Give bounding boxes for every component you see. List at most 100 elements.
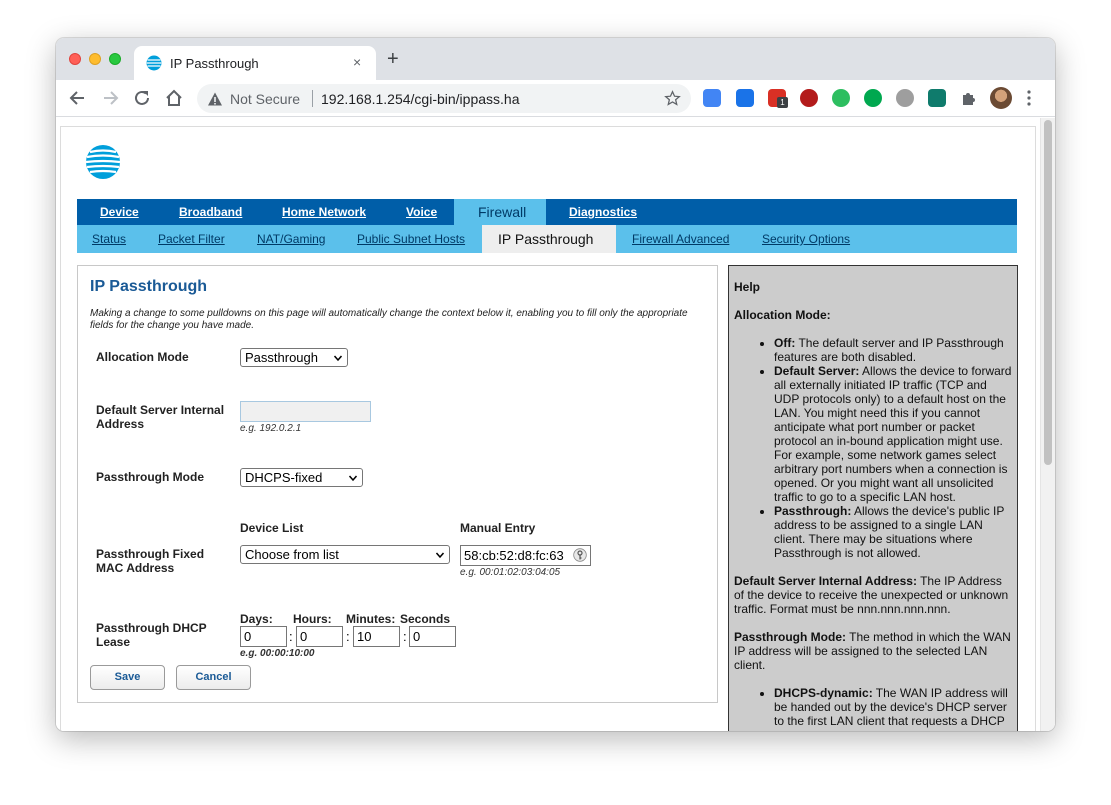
help-term: Off: bbox=[774, 336, 796, 350]
reload-icon[interactable] bbox=[132, 88, 152, 108]
subnav-public-subnet-hosts[interactable]: Public Subnet Hosts bbox=[357, 232, 465, 246]
passthrough-mode-label: Passthrough Mode bbox=[96, 470, 205, 484]
lease-minutes-input[interactable]: 10 bbox=[353, 626, 400, 647]
save-button[interactable]: Save bbox=[90, 665, 165, 690]
security-status[interactable]: Not Secure bbox=[230, 91, 300, 107]
tab-title: IP Passthrough bbox=[170, 56, 259, 71]
nav-home-network[interactable]: Home Network bbox=[282, 205, 366, 219]
device-list-value: Choose from list bbox=[245, 547, 339, 562]
feedly-extension-icon[interactable] bbox=[928, 89, 946, 107]
help-term: Passthrough: bbox=[774, 504, 852, 518]
mac-manual-input[interactable]: 58:cb:52:d8:fc:63 bbox=[460, 545, 591, 566]
days-label: Days: bbox=[240, 612, 273, 626]
lease-days-input[interactable]: 0 bbox=[240, 626, 287, 647]
warning-icon[interactable] bbox=[207, 91, 223, 107]
nav-voice[interactable]: Voice bbox=[406, 205, 437, 219]
subnav-packet-filter[interactable]: Packet Filter bbox=[158, 232, 225, 246]
help-text: Allows the device to forward all externa… bbox=[774, 364, 1012, 504]
lease-separator: : bbox=[289, 629, 293, 644]
cancel-button[interactable]: Cancel bbox=[176, 665, 251, 690]
subnav-nat-gaming[interactable]: NAT/Gaming bbox=[257, 232, 325, 246]
dhcp-lease-label-line1: Passthrough DHCP bbox=[96, 621, 207, 635]
window-zoom-button[interactable] bbox=[109, 53, 121, 65]
default-server-hint: e.g. 192.0.2.1 bbox=[240, 423, 302, 434]
help-title: Help bbox=[734, 280, 761, 294]
list-item: Default Server: Allows the device to for… bbox=[774, 364, 1012, 504]
lease-separator: : bbox=[346, 629, 350, 644]
router-page: Device Broadband Home Network Voice Fire… bbox=[60, 126, 1036, 731]
manual-entry-header: Manual Entry bbox=[460, 521, 536, 535]
subnav-status[interactable]: Status bbox=[92, 232, 126, 246]
fixed-mac-label-line1: Passthrough Fixed bbox=[96, 547, 205, 561]
chat-extension-icon[interactable] bbox=[864, 89, 882, 107]
fixed-mac-label-line2: MAC Address bbox=[96, 561, 175, 575]
list-item: Off: The default server and IP Passthrou… bbox=[774, 336, 1012, 364]
tab-close-icon[interactable]: × bbox=[353, 54, 361, 70]
grey-extension-icon[interactable] bbox=[896, 89, 914, 107]
allocation-mode-select[interactable]: Passthrough bbox=[240, 348, 348, 367]
minutes-label: Minutes: bbox=[346, 612, 396, 626]
mac-manual-value: 58:cb:52:d8:fc:63 bbox=[464, 548, 564, 563]
omnibox-divider bbox=[312, 90, 313, 107]
scrollbar-thumb[interactable] bbox=[1044, 120, 1052, 465]
evernote-extension-icon[interactable] bbox=[832, 89, 850, 107]
extension-badge: 1 bbox=[777, 97, 788, 108]
key-icon[interactable] bbox=[573, 548, 587, 562]
mac-hint: e.g. 00:01:02:03:04:05 bbox=[460, 567, 561, 578]
lease-hours-input[interactable]: 0 bbox=[296, 626, 343, 647]
window-close-button[interactable] bbox=[69, 53, 81, 65]
att-globe-icon bbox=[85, 145, 121, 179]
avatar[interactable] bbox=[990, 87, 1012, 109]
lease-seconds-input[interactable]: 0 bbox=[409, 626, 456, 647]
window-minimize-button[interactable] bbox=[89, 53, 101, 65]
help-term: Default Server: bbox=[774, 364, 860, 378]
chevron-down-icon bbox=[436, 552, 444, 559]
subnav-firewall-advanced[interactable]: Firewall Advanced bbox=[632, 232, 729, 246]
primary-nav: Device Broadband Home Network Voice Fire… bbox=[77, 199, 1017, 225]
nav-device[interactable]: Device bbox=[100, 205, 139, 219]
seconds-label: Seconds bbox=[400, 612, 451, 626]
allocation-mode-label: Allocation Mode bbox=[96, 350, 189, 364]
subnav-ip-passthrough-active[interactable]: IP Passthrough bbox=[482, 225, 616, 253]
kebab-menu-icon[interactable] bbox=[1026, 89, 1032, 107]
page-title: IP Passthrough bbox=[90, 278, 208, 295]
lastpass-extension-icon[interactable]: 1 bbox=[768, 89, 788, 108]
extensions-puzzle-icon[interactable] bbox=[960, 89, 978, 107]
help-term: Default Server Internal Address: bbox=[734, 574, 917, 588]
help-pt-list: DHCPS-dynamic: The WAN IP address will b… bbox=[774, 686, 1012, 728]
browser-tab-ip-passthrough[interactable]: IP Passthrough × bbox=[134, 46, 376, 80]
device-list-header: Device List bbox=[240, 521, 304, 535]
subnav-security-options[interactable]: Security Options bbox=[762, 232, 850, 246]
page-scrollbar[interactable] bbox=[1040, 118, 1055, 731]
ublock-extension-icon[interactable] bbox=[800, 89, 818, 107]
allocation-mode-value: Passthrough bbox=[245, 350, 318, 365]
nav-firewall-label: Firewall bbox=[478, 204, 527, 220]
help-alloc-heading: Allocation Mode: bbox=[734, 308, 831, 322]
url-text[interactable]: 192.168.1.254/cgi-bin/ippass.ha bbox=[321, 91, 519, 107]
star-icon[interactable] bbox=[664, 90, 681, 107]
back-arrow-icon[interactable] bbox=[68, 88, 88, 108]
translate-extension-icon[interactable] bbox=[703, 89, 721, 107]
help-panel: Help Allocation Mode: Off: The default s… bbox=[728, 265, 1018, 731]
device-list-select[interactable]: Choose from list bbox=[240, 545, 450, 564]
default-server-input[interactable] bbox=[240, 401, 371, 422]
default-server-label-line2: Address bbox=[96, 417, 145, 431]
nav-diagnostics[interactable]: Diagnostics bbox=[569, 205, 637, 219]
help-content: Help Allocation Mode: Off: The default s… bbox=[734, 280, 1012, 731]
help-term: DHCPS-dynamic: bbox=[774, 686, 873, 700]
tab-strip: IP Passthrough × + bbox=[56, 38, 1055, 80]
dhcp-lease-label-line2: Lease bbox=[96, 635, 131, 649]
home-icon[interactable] bbox=[164, 88, 184, 108]
nav-firewall-active[interactable]: Firewall bbox=[454, 199, 546, 225]
default-server-label-line1: Default Server Internal bbox=[96, 403, 225, 417]
secondary-nav: Status Packet Filter NAT/Gaming Public S… bbox=[77, 225, 1017, 253]
chevron-down-icon bbox=[334, 355, 342, 362]
subnav-ip-passthrough-label: IP Passthrough bbox=[498, 231, 594, 247]
address-bar[interactable]: Not Secure 192.168.1.254/cgi-bin/ippass.… bbox=[197, 84, 691, 113]
nav-broadband[interactable]: Broadband bbox=[179, 205, 242, 219]
skype-extension-icon[interactable] bbox=[736, 89, 754, 107]
new-tab-button[interactable]: + bbox=[387, 49, 399, 69]
passthrough-mode-select[interactable]: DHCPS-fixed bbox=[240, 468, 363, 487]
forward-arrow-icon[interactable] bbox=[100, 88, 120, 108]
help-text: The default server and IP Passthrough fe… bbox=[774, 336, 1004, 364]
